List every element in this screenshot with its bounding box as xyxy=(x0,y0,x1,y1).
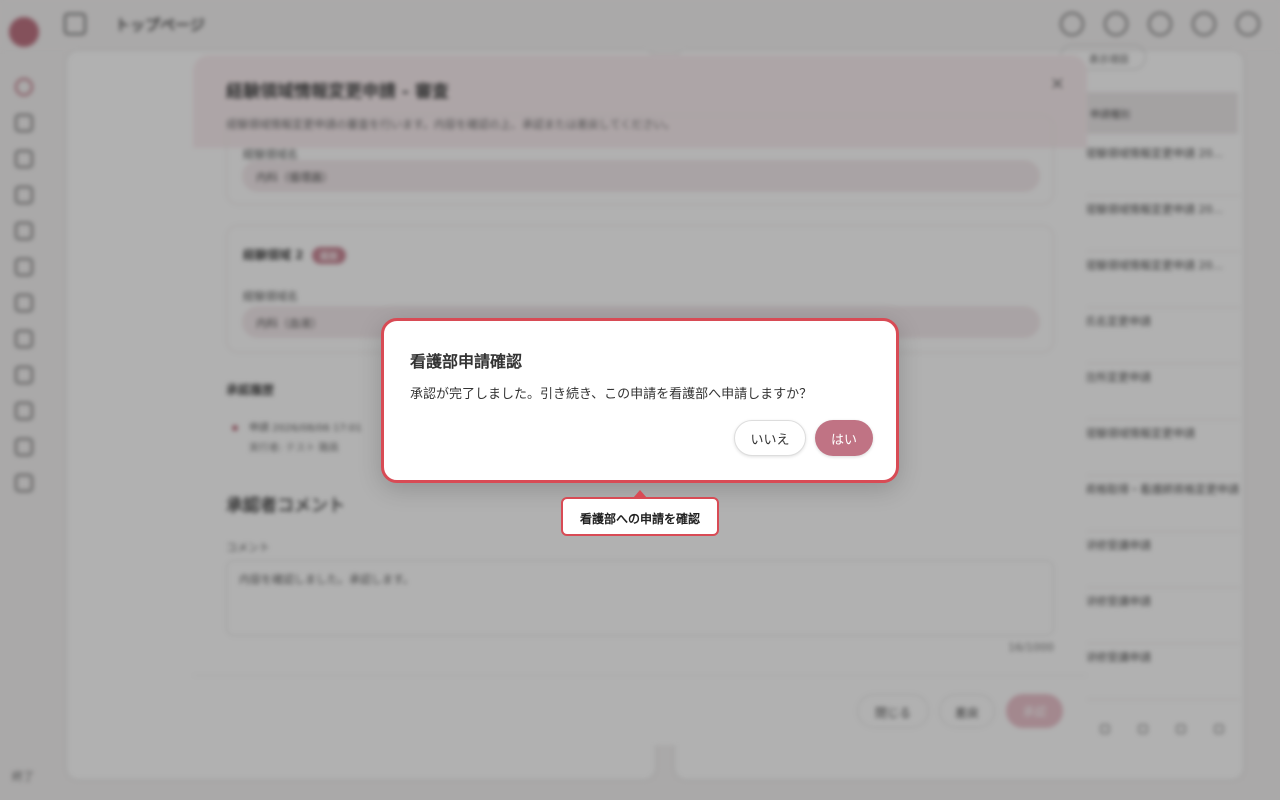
confirm-dialog-message: 承認が完了しました。引き続き、この申請を看護部へ申請しますか？ xyxy=(410,387,813,402)
confirm-dialog-title: 看護部申請確認 xyxy=(410,352,523,371)
no-button[interactable]: いいえ xyxy=(734,420,806,456)
yes-button[interactable]: はい xyxy=(815,420,873,456)
nursing-dept-confirm-dialog: 看護部申請確認 承認が完了しました。引き続き、この申請を看護部へ申請しますか？ … xyxy=(381,318,899,483)
callout-label: 看護部への申請を確認 xyxy=(561,497,719,536)
